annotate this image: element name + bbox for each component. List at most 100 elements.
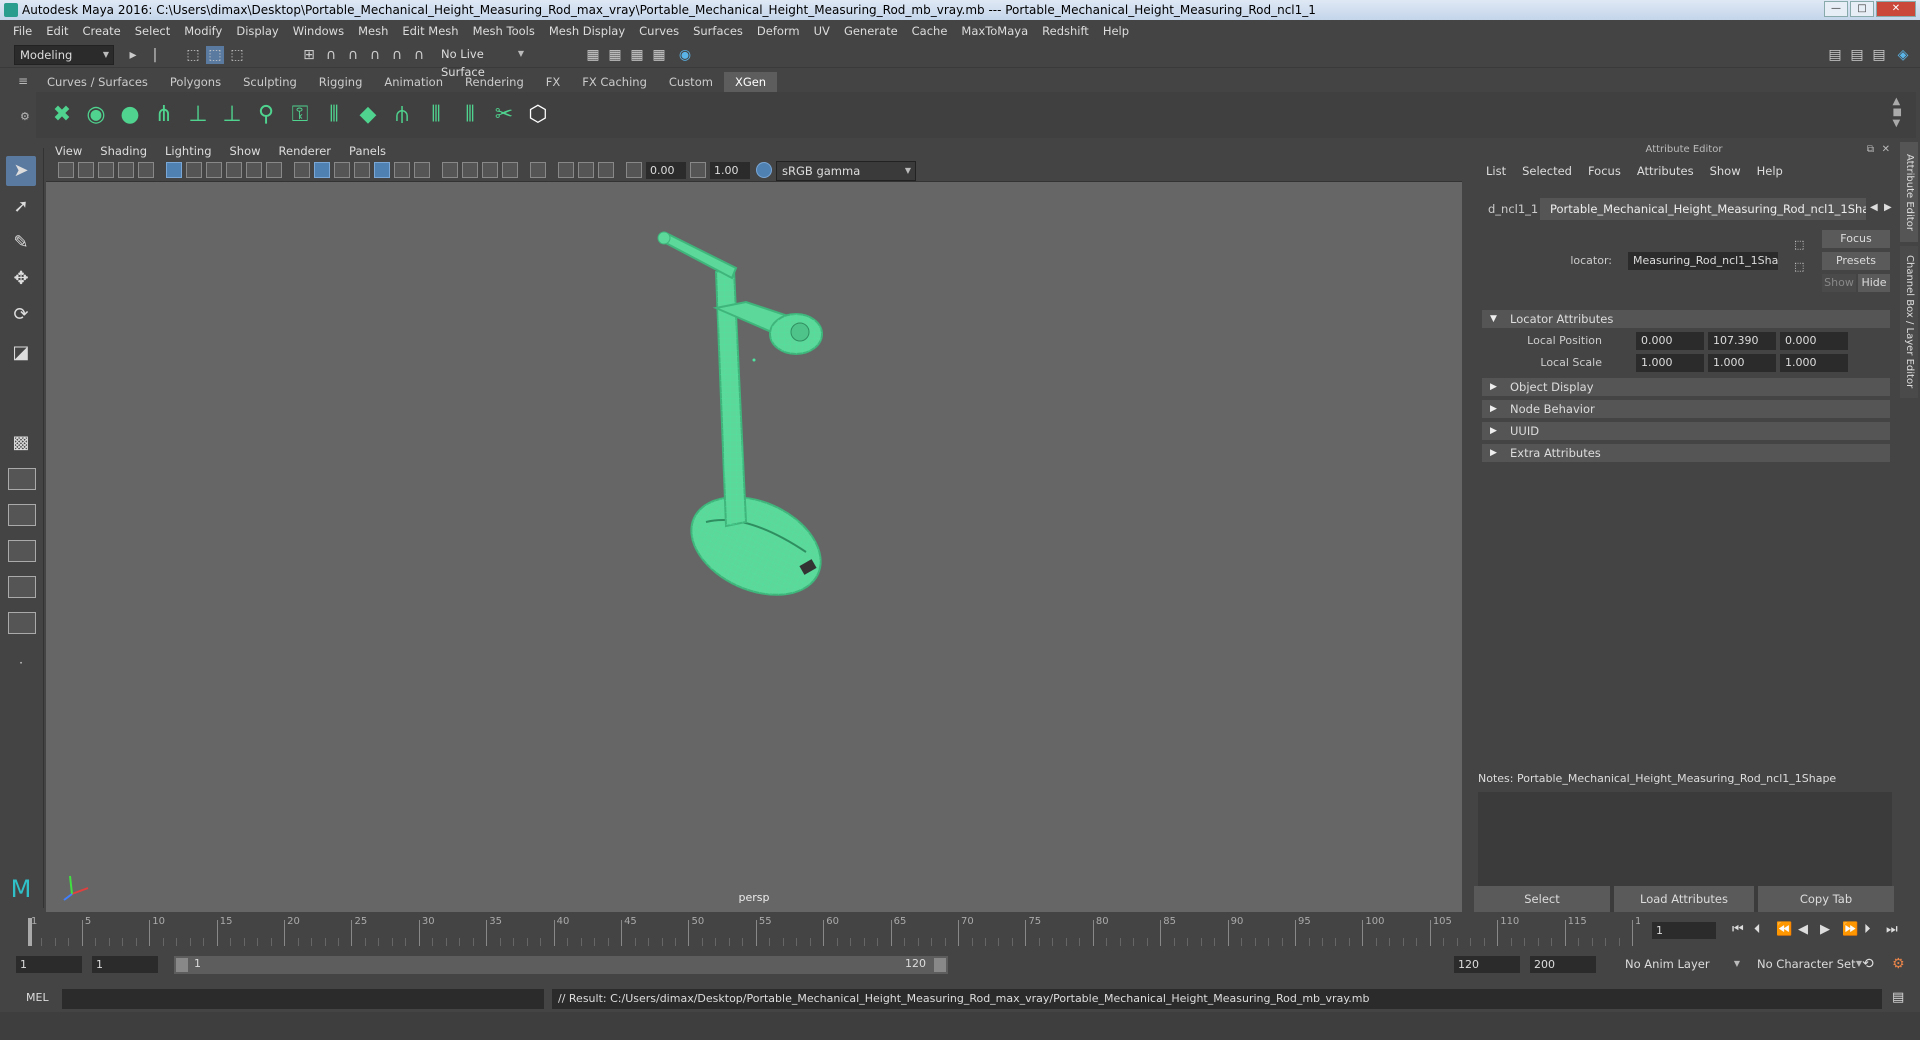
float-panel-icon[interactable]: ⧉ <box>1867 144 1874 155</box>
image-plane-icon[interactable] <box>118 162 134 178</box>
paint-select-tool-icon[interactable]: ✎ <box>6 228 36 258</box>
exposure-icon[interactable] <box>626 162 642 178</box>
menu-deform[interactable]: Deform <box>750 24 807 38</box>
side-tab-attribute-editor[interactable]: Attribute Editor <box>1900 142 1918 242</box>
ae-menu-help[interactable]: Help <box>1749 162 1791 180</box>
bookmark-icon[interactable] <box>98 162 114 178</box>
animation-end-field[interactable]: 200 <box>1530 956 1596 973</box>
xgen-splines-icon[interactable]: ⫴ <box>456 100 484 130</box>
copy-tab-button[interactable]: Copy Tab <box>1758 886 1894 912</box>
attribute-editor-toggle-icon[interactable]: ▤ <box>1848 46 1866 64</box>
tab-next-arrow-icon[interactable]: ▶ <box>1884 202 1892 213</box>
xgen-cut-icon[interactable]: ✂ <box>490 100 518 130</box>
character-set-dropdown[interactable]: No Character Set <box>1752 955 1866 975</box>
camera-icon[interactable] <box>58 162 74 178</box>
menu-file[interactable]: File <box>6 24 39 38</box>
local-position-x-field[interactable]: 0.000 <box>1636 332 1704 350</box>
scale-tool-icon[interactable]: ◪ <box>6 338 36 368</box>
tool-settings-icon[interactable]: ▤ <box>1870 46 1888 64</box>
film-gate-icon[interactable] <box>186 162 202 178</box>
gate-mask-icon[interactable] <box>226 162 242 178</box>
local-position-y-field[interactable]: 107.390 <box>1708 332 1776 350</box>
safe-action-icon[interactable] <box>266 162 282 178</box>
minimize-button[interactable]: — <box>1824 1 1848 17</box>
local-scale-y-field[interactable]: 1.000 <box>1708 354 1776 372</box>
channel-box-toggle-icon[interactable]: ◈ <box>1894 46 1912 64</box>
shadows-icon[interactable] <box>414 162 430 178</box>
gamma-field[interactable]: 1.00 <box>710 162 750 179</box>
snap-curve-icon[interactable]: ∩ <box>322 46 340 64</box>
command-language-label[interactable]: MEL <box>26 991 49 1004</box>
close-panel-icon[interactable]: ✕ <box>1882 144 1890 155</box>
ae-menu-focus[interactable]: Focus <box>1580 162 1629 180</box>
xgen-add-guide-icon[interactable]: ⊥ <box>184 100 212 130</box>
current-frame-field[interactable]: 1 <box>1652 922 1716 939</box>
smooth-shade-icon[interactable] <box>314 162 330 178</box>
uuid-section[interactable]: UUID <box>1482 422 1890 440</box>
hypershade-icon[interactable]: ▦ <box>650 46 668 64</box>
side-tab-channel-box[interactable]: Channel Box / Layer Editor <box>1900 246 1918 398</box>
menu-select[interactable]: Select <box>128 24 177 38</box>
viewport-menu-panels[interactable]: Panels <box>340 142 395 160</box>
mode-selector[interactable]: Modeling <box>14 45 114 65</box>
load-attributes-button[interactable]: Load Attributes <box>1614 886 1754 912</box>
shelf-tab-curves-surfaces[interactable]: Curves / Surfaces <box>36 72 159 92</box>
focus-button[interactable]: Focus <box>1822 230 1890 248</box>
select-hierarchy-icon[interactable]: ⬚ <box>184 46 202 64</box>
go-to-start-icon[interactable]: ⏮ <box>1732 922 1744 937</box>
menu-cache[interactable]: Cache <box>905 24 955 38</box>
shelf-menu-icon[interactable]: ≡ <box>18 74 34 90</box>
ae-menu-selected[interactable]: Selected <box>1514 162 1580 180</box>
shelf-tab-xgen[interactable]: XGen <box>723 72 778 92</box>
xgen-editor-icon[interactable]: ✖ <box>48 100 76 130</box>
select-tool-icon[interactable]: ➤ <box>6 156 36 186</box>
step-forward-frame-icon[interactable]: ⏩ <box>1842 922 1858 937</box>
exposure-field[interactable]: 0.00 <box>646 162 686 179</box>
xgen-hexagon-icon[interactable]: ⬡ <box>524 100 552 130</box>
menu-maxtomaya[interactable]: MaxToMaya <box>954 24 1035 38</box>
rotate-tool-icon[interactable]: ⟳ <box>6 300 36 330</box>
textured-icon[interactable] <box>354 162 370 178</box>
menu-display[interactable]: Display <box>229 24 285 38</box>
grid-icon[interactable] <box>166 162 182 178</box>
isolate-select-icon[interactable] <box>530 162 546 178</box>
copy-node-icon[interactable]: ⬚ <box>1794 260 1804 273</box>
ae-tab-transform[interactable]: d_ncl1_1 <box>1478 198 1538 220</box>
layout-graph-icon[interactable] <box>8 612 36 634</box>
xgen-place-guides-icon[interactable]: ⋔ <box>150 100 178 130</box>
time-slider[interactable]: 1 5 10 15 20 25 30 35 40 45 50 55 60 65 70 75 80 85 90 95 10… <box>0 914 1654 948</box>
anim-layer-dropdown[interactable]: No Anim Layer <box>1620 955 1744 975</box>
close-button[interactable]: ✕ <box>1876 1 1916 17</box>
playback-end-field[interactable]: 120 <box>1454 956 1520 973</box>
local-scale-x-field[interactable]: 1.000 <box>1636 354 1704 372</box>
render-globe-icon[interactable]: ◉ <box>676 46 694 64</box>
menu-redshift[interactable]: Redshift <box>1035 24 1096 38</box>
select-object-icon[interactable]: ⬚ <box>206 46 224 64</box>
xgen-create-description-icon[interactable]: ● <box>116 100 144 130</box>
depth-of-field-icon[interactable] <box>502 162 518 178</box>
camera-attributes-icon[interactable] <box>78 162 94 178</box>
resolution-gate-icon[interactable] <box>206 162 222 178</box>
script-editor-icon[interactable]: ▤ <box>1892 990 1904 1005</box>
shelf-scroll-icon[interactable]: ▲ ■ ▼ <box>1893 96 1902 129</box>
gamma-icon[interactable] <box>690 162 706 178</box>
xgen-fluff-icon[interactable]: ⫴ <box>422 100 450 130</box>
viewport-menu-lighting[interactable]: Lighting <box>156 142 220 160</box>
select-node-icon[interactable]: ⬚ <box>1794 238 1804 251</box>
menu-edit-mesh[interactable]: Edit Mesh <box>395 24 465 38</box>
last-tool-icon[interactable]: ▩ <box>6 428 36 458</box>
object-display-section[interactable]: Object Display <box>1482 378 1890 396</box>
maximize-button[interactable]: □ <box>1850 1 1874 17</box>
xgen-preview-icon[interactable]: ◉ <box>82 100 110 130</box>
anti-aliasing-icon[interactable] <box>482 162 498 178</box>
menu-curves[interactable]: Curves <box>632 24 686 38</box>
backface-icon[interactable] <box>598 162 614 178</box>
viewport-menu-show[interactable]: Show <box>221 142 270 160</box>
xray-components-icon[interactable] <box>578 162 594 178</box>
render-settings-icon[interactable]: ▦ <box>628 46 646 64</box>
animation-start-field[interactable]: 1 <box>16 956 82 973</box>
anim-preferences-icon[interactable]: ⚙ <box>1892 956 1905 972</box>
command-input[interactable] <box>62 989 544 1009</box>
more-layouts-icon[interactable]: · <box>6 648 36 678</box>
menu-mesh[interactable]: Mesh <box>351 24 395 38</box>
